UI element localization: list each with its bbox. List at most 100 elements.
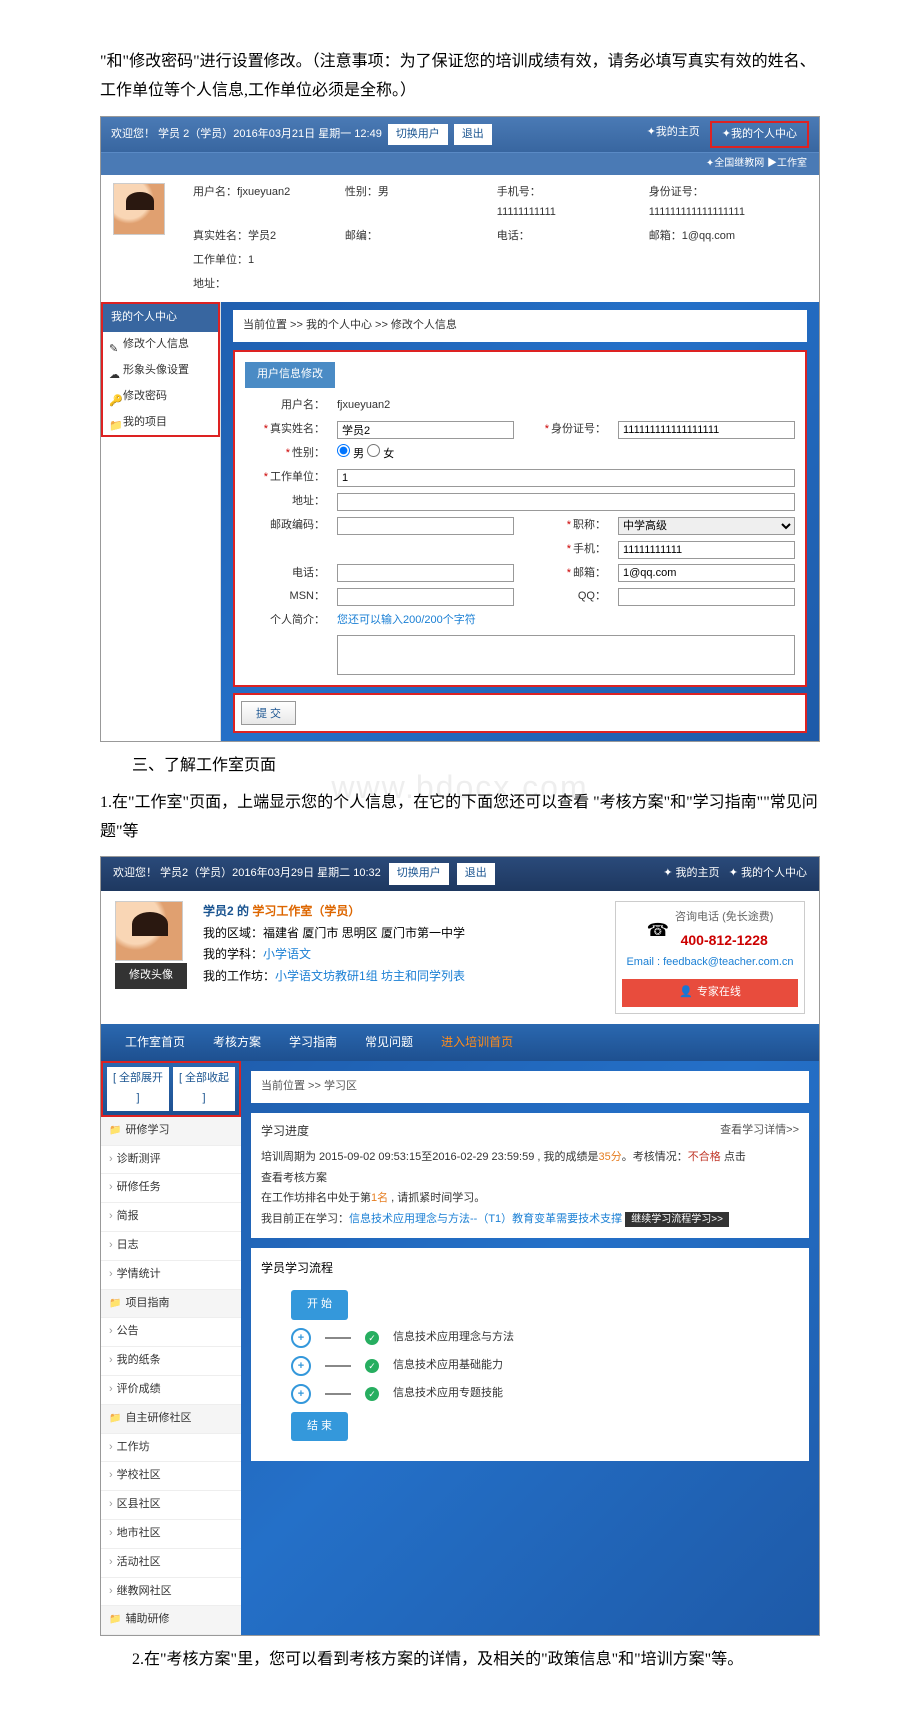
sidebar-title: 我的个人中心 xyxy=(101,302,220,332)
gender-label: 性别： xyxy=(345,186,378,198)
form-address-label: 地址： xyxy=(245,492,325,512)
postcode-label: 邮编： xyxy=(345,230,378,242)
sidebar-item[interactable]: 区县社区 xyxy=(101,1491,241,1520)
form-email-input[interactable] xyxy=(618,564,795,582)
my-personal-center-link[interactable]: ✦我的个人中心 xyxy=(710,121,809,149)
form-bio-textarea[interactable] xyxy=(337,635,795,675)
workspace-header: 修改头像 学员2 的 学习工作室（学员） 我的区域：福建省 厦门市 思明区 厦门… xyxy=(101,891,819,1024)
current-course-link[interactable]: 信息技术应用理念与方法--（T1）教育变革需要技术支撑 xyxy=(349,1213,622,1225)
form-workunit-label: 工作单位： xyxy=(245,468,325,488)
section3-p2: 2.在"考核方案"里，您可以看到考核方案的详情，及相关的"政策信息"和"培训方案… xyxy=(100,1646,820,1675)
collapse-all-button[interactable]: [ 全部收起 ] xyxy=(173,1067,235,1111)
breadcrumb: 当前位置 >> 我的个人中心 >> 修改个人信息 xyxy=(233,310,807,342)
my-home-link[interactable]: ✦我的主页 xyxy=(637,121,710,149)
logout-button[interactable]: 退出 xyxy=(454,124,492,146)
sidebar-item[interactable]: 学校社区 xyxy=(101,1462,241,1491)
radio-female[interactable] xyxy=(367,444,380,457)
sub-strip: ✦全国继教网 ▶工作室 xyxy=(101,152,819,175)
plus-icon[interactable]: + xyxy=(291,1356,311,1376)
flow-step-row: +✓信息技术应用理念与方法 xyxy=(291,1328,769,1348)
radio-male[interactable] xyxy=(337,444,350,457)
expert-online-button[interactable]: 👤 专家在线 xyxy=(622,979,798,1007)
subject-link[interactable]: 小学语文 xyxy=(263,947,311,961)
sidebar-group-header[interactable]: 辅助研修 xyxy=(101,1606,241,1635)
continue-study-button[interactable]: 继续学习流程学习>> xyxy=(625,1212,729,1227)
submit-footer: 提 交 xyxy=(233,693,807,733)
key-icon: 🔑 xyxy=(109,392,119,402)
address-label: 地址： xyxy=(193,278,226,290)
flow-start: 开 始 xyxy=(291,1290,348,1320)
nav-assessment[interactable]: 考核方案 xyxy=(199,1024,275,1062)
workshop-link[interactable]: 小学语文坊教研1组 坊主和同学列表 xyxy=(275,969,465,983)
plus-icon[interactable]: + xyxy=(291,1384,311,1404)
form-realname-input[interactable] xyxy=(337,421,514,439)
nav-guide[interactable]: 学习指南 xyxy=(275,1024,351,1062)
sidebar-group-header[interactable]: 项目指南 xyxy=(101,1290,241,1319)
my-center-link-2[interactable]: ✦ 我的个人中心 xyxy=(729,867,807,879)
form-username-value: fjxueyuan2 xyxy=(337,396,795,416)
sidebar-item-avatar-settings[interactable]: ☁形象头像设置 xyxy=(103,358,218,384)
form-msn-label: MSN： xyxy=(245,587,325,607)
form-address-input[interactable] xyxy=(337,493,795,511)
welcome-text: 欢迎您！ 学员 2（学员）2016年03月21日 星期一 12:49 xyxy=(111,125,382,145)
realname-value: 学员2 xyxy=(248,230,276,242)
form-workunit-input[interactable] xyxy=(337,469,795,487)
sidebar-menu: ✎修改个人信息 ☁形象头像设置 🔑修改密码 📁我的项目 xyxy=(101,332,220,437)
workshop-label: 我的工作坊： xyxy=(203,969,275,983)
switch-user-button-2[interactable]: 切换用户 xyxy=(389,863,449,885)
sidebar-item[interactable]: 研修任务 xyxy=(101,1174,241,1203)
sidebar-item[interactable]: 地市社区 xyxy=(101,1520,241,1549)
flow-section: 学员学习流程 开 始 +✓信息技术应用理念与方法+✓信息技术应用基础能力+✓信息… xyxy=(251,1248,809,1461)
form-jobtitle-select[interactable]: 中学高级 xyxy=(618,517,795,535)
section3-p1: 1.在"工作室"页面，上端显示您的个人信息，在它的下面您还可以查看 "考核方案"… xyxy=(100,789,820,847)
nav-faq[interactable]: 常见问题 xyxy=(351,1024,427,1062)
panel-title: 用户信息修改 xyxy=(245,362,335,388)
plus-icon[interactable]: + xyxy=(291,1328,311,1348)
submit-button[interactable]: 提 交 xyxy=(241,701,296,725)
flow-end: 结 束 xyxy=(291,1412,348,1442)
welcome-text-2: 欢迎您！ 学员2（学员）2016年03月29日 星期二 10:32 xyxy=(113,864,381,884)
email-value: 1@qq.com xyxy=(682,230,735,242)
form-mobile-input[interactable] xyxy=(618,541,795,559)
form-msn-input[interactable] xyxy=(337,588,514,606)
form-postcode-input[interactable] xyxy=(337,517,514,535)
my-home-link-2[interactable]: ✦ 我的主页 xyxy=(663,867,719,879)
nav-enter-training[interactable]: 进入培训首页 xyxy=(427,1024,527,1062)
intro-paragraph: "和"修改密码"进行设置修改。（注意事项：为了保证您的培训成绩有效，请务必填写真… xyxy=(100,48,820,106)
header-info-panel: 用户名：fjxueyuan2 性别：男 手机号：11111111111 身份证号… xyxy=(101,175,819,302)
sidebar-item-edit-profile[interactable]: ✎修改个人信息 xyxy=(103,332,218,358)
sidebar-item[interactable]: 学情统计 xyxy=(101,1261,241,1290)
sidebar-item[interactable]: 我的纸条 xyxy=(101,1347,241,1376)
change-avatar-button[interactable]: 修改头像 xyxy=(115,963,187,989)
sidebar-item[interactable]: 活动社区 xyxy=(101,1549,241,1578)
view-assessment-plan[interactable]: 查看考核方案 xyxy=(261,1172,327,1184)
logout-button-2[interactable]: 退出 xyxy=(457,863,495,885)
contact-box: ☎ 咨询电话 (免长途费) 400-812-1228 Email : feedb… xyxy=(615,901,805,1014)
form-phone-input[interactable] xyxy=(337,564,514,582)
sidebar-item[interactable]: 工作坊 xyxy=(101,1434,241,1463)
sidebar-group-header[interactable]: 自主研修社区 xyxy=(101,1405,241,1434)
workunit-value: 1 xyxy=(248,254,254,266)
sidebar-item-my-projects[interactable]: 📁我的项目 xyxy=(103,410,218,436)
form-idcard-input[interactable] xyxy=(618,421,795,439)
sidebar-item-change-password[interactable]: 🔑修改密码 xyxy=(103,384,218,410)
screenshot-workspace: 欢迎您！ 学员2（学员）2016年03月29日 星期二 10:32 切换用户 退… xyxy=(100,856,820,1636)
connector-line xyxy=(325,1337,351,1339)
switch-user-button[interactable]: 切换用户 xyxy=(388,124,448,146)
email-label: 邮箱： xyxy=(649,230,682,242)
sidebar-group-header[interactable]: 研修学习 xyxy=(101,1117,241,1146)
sidebar-item[interactable]: 继教网社区 xyxy=(101,1578,241,1607)
expand-all-button[interactable]: [ 全部展开 ] xyxy=(107,1067,169,1111)
form-qq-label: QQ： xyxy=(526,587,606,607)
top-bar: 欢迎您！ 学员 2（学员）2016年03月21日 星期一 12:49 切换用户 … xyxy=(101,117,819,153)
sidebar-item[interactable]: 评价成绩 xyxy=(101,1376,241,1405)
sidebar-item[interactable]: 诊断测评 xyxy=(101,1146,241,1175)
view-details-link[interactable]: 查看学习详情>> xyxy=(720,1121,799,1141)
sidebar-item[interactable]: 简报 xyxy=(101,1203,241,1232)
flow-title: 学员学习流程 xyxy=(261,1258,799,1280)
form-bio-label: 个人简介： xyxy=(245,611,325,631)
nav-home[interactable]: 工作室首页 xyxy=(111,1024,199,1062)
sidebar-item[interactable]: 公告 xyxy=(101,1318,241,1347)
form-qq-input[interactable] xyxy=(618,588,795,606)
sidebar-item[interactable]: 日志 xyxy=(101,1232,241,1261)
